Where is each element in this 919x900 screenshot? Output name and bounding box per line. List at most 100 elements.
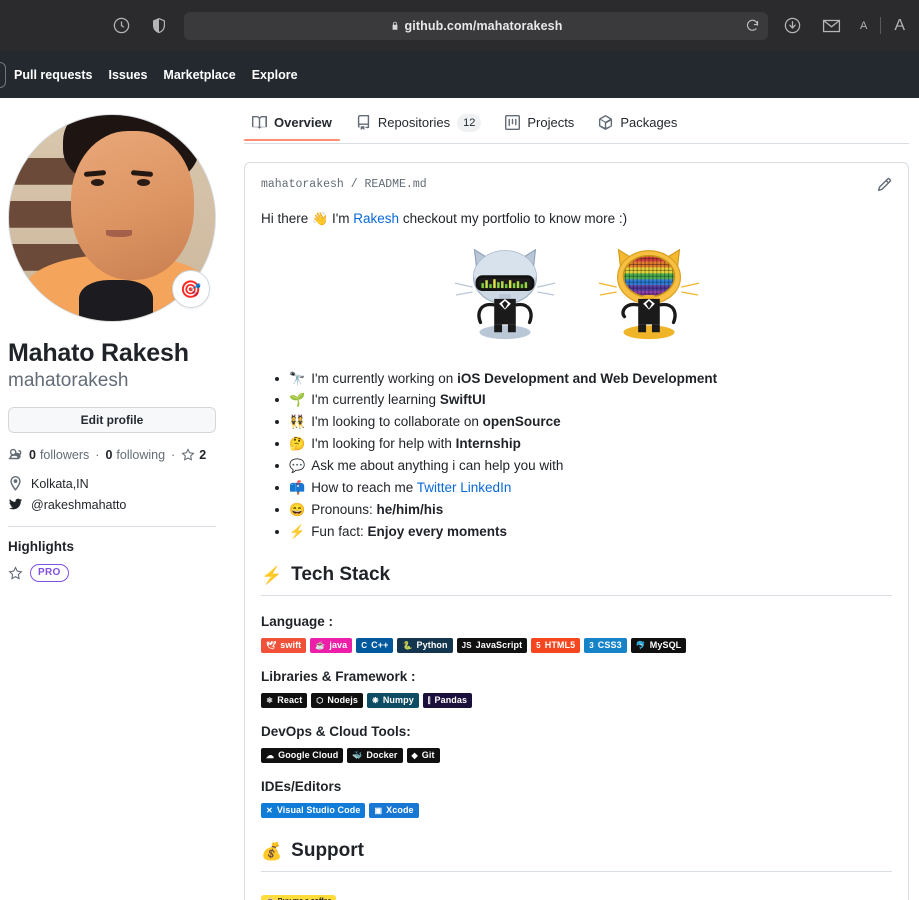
sidebar-divider bbox=[8, 526, 216, 528]
tech-badge-javascript[interactable]: JS JavaScript bbox=[456, 638, 528, 654]
tech-badge-python[interactable]: 🐍 Python bbox=[397, 638, 453, 654]
tech-badge-java[interactable]: ☕ java bbox=[310, 638, 353, 654]
tech-group-devops: DevOps & Cloud Tools: ☁ Google Cloud 🐳 Dock… bbox=[261, 724, 892, 764]
github-global-nav: Pull requests Issues Marketplace Explore bbox=[0, 51, 919, 98]
badge-icon: ☕ bbox=[315, 640, 326, 650]
nav-marketplace[interactable]: Marketplace bbox=[163, 68, 235, 82]
badge-icon: ❋ bbox=[372, 695, 379, 705]
ides-subheading: IDEs/Editors bbox=[261, 779, 342, 795]
privacy-shield-icon[interactable] bbox=[144, 11, 174, 41]
tech-badge-pandas[interactable]: ⫿ Pandas bbox=[422, 693, 473, 709]
github-logo-icon[interactable] bbox=[0, 61, 6, 88]
badge-label: Docker bbox=[366, 750, 398, 761]
follow-stats: 0 followers · 0 following · 2 bbox=[8, 447, 228, 462]
global-nav-links: Pull requests Issues Marketplace Explore bbox=[14, 68, 298, 82]
location-pin-icon bbox=[8, 476, 24, 491]
buy-me-a-coffee-row: ☕ Buy me a coffee bbox=[261, 890, 892, 900]
status-badge[interactable]: 🎯 bbox=[172, 270, 210, 308]
reload-icon[interactable] bbox=[745, 18, 760, 33]
tech-badge-google-cloud[interactable]: ☁ Google Cloud bbox=[261, 748, 344, 764]
tech-badge-html5[interactable]: 5 HTML5 bbox=[531, 638, 581, 654]
bullet-text: I'm currently working on iOS Development… bbox=[311, 370, 718, 386]
tech-badge-xcode[interactable]: ▣ Xcode bbox=[369, 803, 419, 819]
devops-badge-row: ☁ Google Cloud 🐳 Docker ◆ Git bbox=[261, 748, 892, 764]
nav-explore[interactable]: Explore bbox=[252, 68, 298, 82]
profile-main: Overview Repositories 12 Projects Packag… bbox=[228, 98, 919, 900]
libraries-badge-row: ⚛ React ⬡ Nodejs ❋ Numpy ⫿ Pandas bbox=[261, 693, 892, 709]
avatar-eye-right bbox=[136, 178, 150, 186]
badge-icon: ✕ bbox=[266, 805, 273, 815]
star-icon bbox=[181, 447, 195, 462]
avatar-mouth bbox=[105, 230, 132, 238]
edit-profile-button[interactable]: Edit profile bbox=[8, 407, 216, 434]
followers-count[interactable]: 0 bbox=[29, 448, 36, 462]
octocat-images bbox=[261, 238, 892, 346]
history-clock-icon[interactable] bbox=[106, 11, 136, 41]
tab-projects-label: Projects bbox=[527, 115, 575, 130]
twitter-link[interactable]: Twitter bbox=[417, 480, 457, 495]
tech-group-libraries: Libraries & Framework : ⚛ React ⬡ Nodejs ❋ Nu… bbox=[261, 669, 892, 709]
bullet-text: I'm looking to collaborate on openSource bbox=[311, 414, 561, 430]
tech-badge-swift[interactable]: 🕊 swift bbox=[261, 638, 307, 654]
tab-projects[interactable]: Projects bbox=[497, 107, 582, 140]
tab-repositories[interactable]: Repositories 12 bbox=[348, 106, 490, 142]
support-heading: 💰 Support bbox=[261, 840, 892, 873]
starred-count[interactable]: 2 bbox=[199, 448, 206, 462]
buy-me-a-coffee-button[interactable]: ☕ Buy me a coffee bbox=[261, 895, 337, 900]
avatar-shirt bbox=[79, 279, 154, 321]
profile-twitter[interactable]: @rakeshmahatto bbox=[8, 497, 228, 512]
list-item: 🤔 I'm looking for help with Internship bbox=[275, 433, 892, 455]
tech-badge-docker[interactable]: 🐳 Docker bbox=[347, 748, 403, 764]
list-item: 👯 I'm looking to collaborate on openSour… bbox=[275, 411, 892, 433]
text-size-decrease-button[interactable]: A bbox=[856, 20, 871, 32]
badge-icon: 🐬 bbox=[635, 640, 646, 650]
badge-icon: JS bbox=[461, 640, 472, 650]
followers-label[interactable]: followers bbox=[40, 448, 89, 462]
pencil-icon[interactable] bbox=[877, 177, 892, 192]
octocat-daft-punk-silver bbox=[451, 238, 559, 346]
text-size-increase-button[interactable]: A bbox=[890, 17, 909, 35]
tab-packages[interactable]: Packages bbox=[590, 107, 685, 140]
twitter-handle[interactable]: @rakeshmahatto bbox=[31, 498, 126, 512]
repo-icon bbox=[356, 115, 371, 130]
wave-emoji: 👋 bbox=[312, 211, 329, 226]
readme-path[interactable]: mahatorakesh / README.md bbox=[261, 178, 427, 191]
zap-emoji: ⚡ bbox=[289, 523, 306, 539]
nav-issues[interactable]: Issues bbox=[109, 68, 148, 82]
zap-icon: ⚡ bbox=[261, 565, 283, 585]
telescope-emoji: 🔭 bbox=[289, 370, 306, 386]
tech-stack-heading-label: Tech Stack bbox=[291, 564, 391, 586]
badge-label: Xcode bbox=[386, 805, 414, 816]
tech-badge-c-[interactable]: C C++ bbox=[356, 638, 394, 654]
badge-label: Git bbox=[421, 750, 435, 761]
following-label[interactable]: following bbox=[116, 448, 165, 462]
address-bar[interactable]: github.com/mahatorakesh bbox=[184, 11, 768, 40]
downloads-icon[interactable] bbox=[778, 11, 808, 41]
tech-badge-react[interactable]: ⚛ React bbox=[261, 693, 308, 709]
tech-badge-numpy[interactable]: ❋ Numpy bbox=[367, 693, 419, 709]
speech-balloon-emoji: 💬 bbox=[289, 458, 306, 474]
badge-label: Numpy bbox=[382, 695, 414, 706]
profile-full-name: Mahato Rakesh bbox=[8, 339, 189, 367]
list-item: 😄 Pronouns: he/him/his bbox=[275, 499, 892, 521]
linkedin-link[interactable]: LinkedIn bbox=[460, 480, 511, 495]
badge-icon: ⫿ bbox=[427, 695, 431, 705]
badge-label: swift bbox=[280, 640, 302, 651]
tech-badge-visual-studio-code[interactable]: ✕ Visual Studio Code bbox=[261, 803, 366, 819]
intro-pre: Hi there bbox=[261, 211, 313, 226]
tech-badge-css3[interactable]: 3 CSS3 bbox=[584, 638, 627, 654]
mail-icon[interactable] bbox=[817, 11, 847, 41]
nav-pull-requests[interactable]: Pull requests bbox=[14, 68, 93, 82]
tab-overview[interactable]: Overview bbox=[244, 107, 340, 141]
avatar[interactable]: 🎯 bbox=[8, 114, 216, 322]
badge-label: Google Cloud bbox=[278, 750, 339, 761]
profile-location: Kolkata,IN bbox=[8, 476, 228, 491]
badge-icon: ◆ bbox=[411, 750, 418, 760]
rakesh-portfolio-link[interactable]: Rakesh bbox=[353, 211, 399, 226]
following-count[interactable]: 0 bbox=[105, 448, 112, 462]
tech-badge-mysql[interactable]: 🐬 MySQL bbox=[630, 638, 687, 654]
readme-header: mahatorakesh / README.md bbox=[261, 177, 892, 192]
tech-badge-git[interactable]: ◆ Git bbox=[406, 748, 440, 764]
browser-toolbar: github.com/mahatorakesh A A bbox=[0, 0, 919, 51]
tech-badge-nodejs[interactable]: ⬡ Nodejs bbox=[311, 693, 363, 709]
